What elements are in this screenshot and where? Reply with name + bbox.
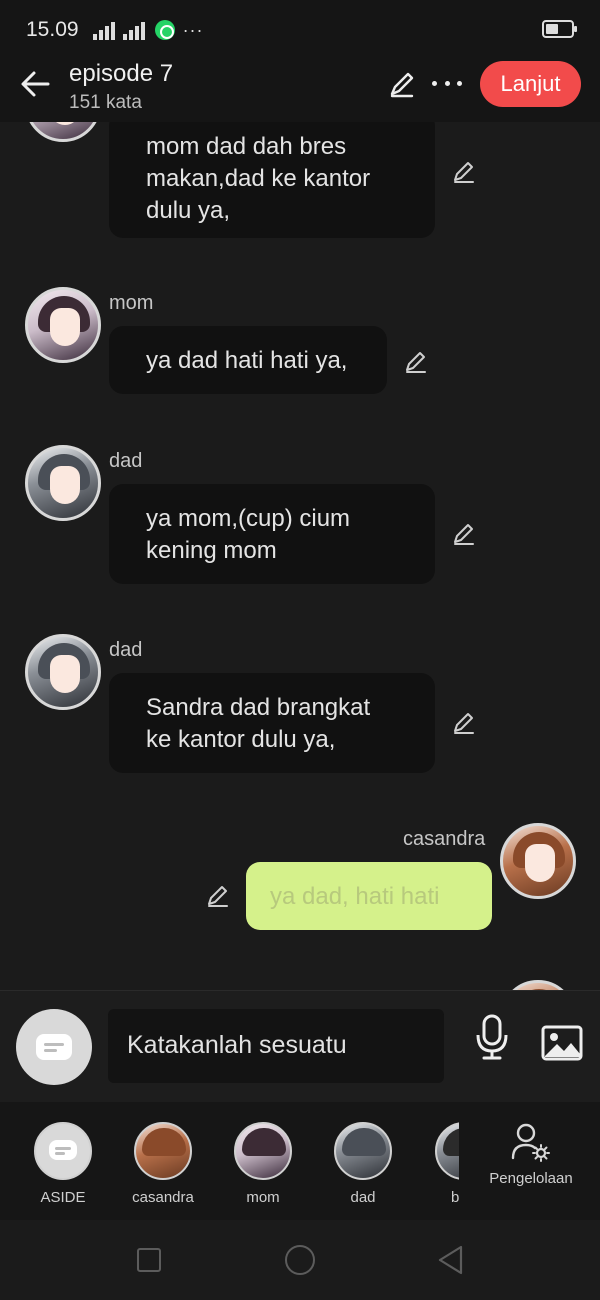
sender-name: casandra xyxy=(403,828,486,850)
system-nav-bar xyxy=(0,1220,600,1300)
manage-label: Pengelolaan xyxy=(489,1170,573,1187)
character-avatar xyxy=(134,1122,192,1180)
recents-icon[interactable] xyxy=(137,1248,161,1272)
chat-bubble-icon xyxy=(36,1034,72,1060)
avatar[interactable] xyxy=(500,823,576,899)
character-mom[interactable]: mom xyxy=(223,1122,303,1206)
chat-bubble-icon xyxy=(49,1140,77,1160)
character-selector: ASIDE casandra mom dad b Pengelolaan xyxy=(0,1102,600,1220)
my-message-bubble[interactable]: ya dad, hati hati xyxy=(246,862,492,930)
character-label: mom xyxy=(246,1189,280,1206)
status-bar: 15.09 ··· xyxy=(0,0,600,60)
sender-name: dad xyxy=(109,450,143,472)
sender-name: mom xyxy=(109,292,154,314)
message-bubble[interactable]: ya mom,(cup) cium kening mom xyxy=(109,484,435,584)
whatsapp-icon xyxy=(154,20,175,40)
edit-message-icon[interactable] xyxy=(450,709,478,737)
avatar[interactable] xyxy=(25,122,101,142)
avatar[interactable] xyxy=(25,634,101,710)
character-b[interactable]: b xyxy=(423,1122,459,1206)
avatar[interactable] xyxy=(500,980,576,990)
edit-message-icon[interactable] xyxy=(204,882,232,910)
manage-characters-button[interactable]: Pengelolaan xyxy=(476,1122,586,1187)
avatar[interactable] xyxy=(25,287,101,363)
edit-message-icon[interactable] xyxy=(402,348,430,376)
more-options-icon[interactable] xyxy=(432,68,462,98)
word-count: 151 kata xyxy=(69,92,142,113)
character-label: ASIDE xyxy=(40,1189,86,1206)
message-input[interactable]: Katakanlah sesuatu xyxy=(108,1009,444,1083)
signal-icon xyxy=(92,20,145,40)
message-bubble[interactable]: ya dad hati hati ya, xyxy=(109,326,387,394)
character-casandra[interactable]: casandra xyxy=(123,1122,203,1206)
edit-pencil-icon[interactable] xyxy=(386,68,418,100)
composer-bar: Katakanlah sesuatu xyxy=(0,990,600,1102)
message-bubble[interactable]: mom dad dah bres makan,dad ke kantor dul… xyxy=(109,122,435,238)
sender-name: dad xyxy=(109,639,143,661)
user-settings-icon xyxy=(511,1123,550,1162)
character-avatar xyxy=(234,1122,292,1180)
edit-message-icon[interactable] xyxy=(450,520,478,548)
character-label: b xyxy=(451,1189,459,1206)
next-button[interactable]: Lanjut xyxy=(480,61,581,107)
character-aside[interactable]: ASIDE xyxy=(23,1122,103,1206)
top-bar: episode 7 151 kata Lanjut xyxy=(0,60,600,122)
character-label: dad xyxy=(350,1189,376,1206)
character-avatar xyxy=(34,1122,92,1180)
status-time: 15.09 xyxy=(26,18,79,41)
back-triangle-icon[interactable] xyxy=(436,1244,464,1276)
character-avatar xyxy=(334,1122,392,1180)
avatar[interactable] xyxy=(25,445,101,521)
chat-area: mom dad dah bres makan,dad ke kantor dul… xyxy=(0,122,600,990)
character-avatar xyxy=(435,1122,459,1180)
more-notifications-icon: ··· xyxy=(182,19,204,40)
edit-message-icon[interactable] xyxy=(450,158,478,186)
microphone-icon[interactable] xyxy=(473,1013,511,1061)
character-label: casandra xyxy=(132,1189,194,1206)
episode-title: episode 7 xyxy=(69,60,174,87)
aside-toggle-button[interactable] xyxy=(16,1009,92,1085)
battery-icon xyxy=(542,20,577,38)
back-arrow-icon[interactable] xyxy=(18,66,54,102)
image-icon[interactable] xyxy=(541,1025,583,1061)
character-dad[interactable]: dad xyxy=(323,1122,403,1206)
home-icon[interactable] xyxy=(285,1245,315,1275)
message-bubble[interactable]: Sandra dad brangkat ke kantor dulu ya, xyxy=(109,673,435,773)
